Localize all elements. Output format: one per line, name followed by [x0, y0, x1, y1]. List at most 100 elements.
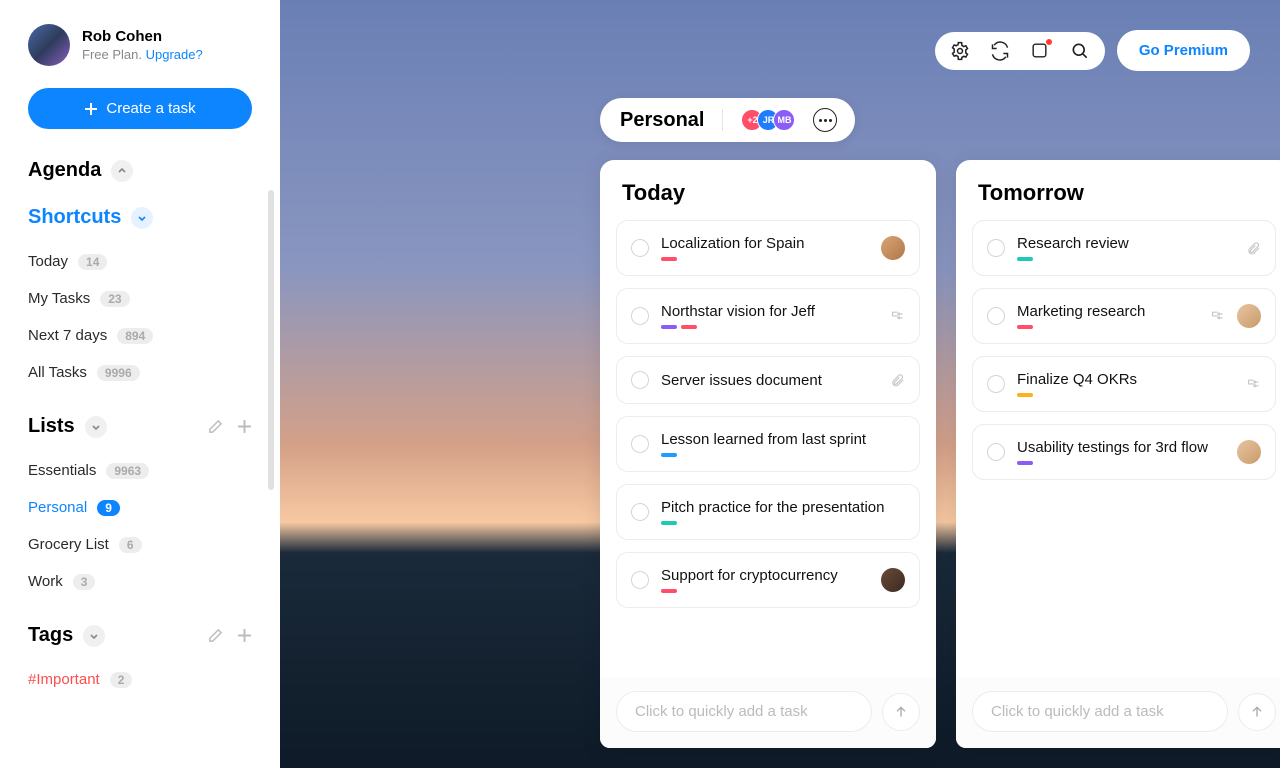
task-card[interactable]: Support for cryptocurrency: [616, 552, 920, 608]
task-checkbox[interactable]: [631, 435, 649, 453]
task-title: Localization for Spain: [661, 235, 869, 252]
task-tags: [661, 453, 905, 457]
task-title: Northstar vision for Jeff: [661, 303, 878, 320]
task-tags: [661, 257, 869, 261]
task-card[interactable]: Research review: [972, 220, 1276, 276]
task-card[interactable]: Lesson learned from last sprint: [616, 416, 920, 472]
edit-tags-icon[interactable]: [208, 628, 223, 643]
task-card[interactable]: Marketing research: [972, 288, 1276, 344]
chevron-up-icon[interactable]: [111, 160, 133, 182]
settings-icon[interactable]: [949, 40, 971, 62]
task-checkbox[interactable]: [631, 307, 649, 325]
scrollbar[interactable]: [268, 190, 274, 490]
assignee-avatar[interactable]: [1237, 440, 1261, 464]
search-icon[interactable]: [1069, 40, 1091, 62]
task-title: Support for cryptocurrency: [661, 567, 869, 584]
submit-button[interactable]: [882, 693, 920, 731]
task-card[interactable]: Pitch practice for the presentation: [616, 484, 920, 540]
list-item[interactable]: Personal9: [28, 489, 252, 526]
list-item[interactable]: Grocery List6: [28, 526, 252, 563]
task-checkbox[interactable]: [987, 307, 1005, 325]
task-card[interactable]: Usability testings for 3rd flow: [972, 424, 1276, 480]
assignee-avatar[interactable]: [881, 568, 905, 592]
count-badge: 23: [100, 291, 129, 307]
plan-line: Free Plan. Upgrade?: [82, 47, 203, 62]
tag-pill: [1017, 325, 1033, 329]
assignee-avatar[interactable]: [1237, 304, 1261, 328]
task-checkbox[interactable]: [987, 239, 1005, 257]
edit-lists-icon[interactable]: [208, 419, 223, 434]
list-item[interactable]: Work 3: [28, 563, 252, 600]
shortcut-label: Today: [28, 253, 68, 270]
chevron-down-icon[interactable]: [83, 625, 105, 647]
task-card[interactable]: Northstar vision for Jeff: [616, 288, 920, 344]
list-label: Grocery List: [28, 536, 109, 553]
user-avatar[interactable]: [28, 24, 70, 66]
list-label: Work: [28, 573, 63, 590]
shortcut-item[interactable]: Next 7 days894: [28, 317, 252, 354]
sync-icon[interactable]: [989, 40, 1011, 62]
shortcut-label: My Tasks: [28, 290, 90, 307]
task-card[interactable]: Finalize Q4 OKRs: [972, 356, 1276, 412]
board-column: TodayLocalization for SpainNorthstar vis…: [600, 160, 936, 748]
lists-header[interactable]: Lists: [28, 415, 252, 438]
submit-button[interactable]: [1238, 693, 1276, 731]
chevron-down-icon[interactable]: [131, 207, 153, 229]
shortcut-item[interactable]: My Tasks 23: [28, 280, 252, 317]
sidebar: Rob Cohen Free Plan. Upgrade? Create a t…: [0, 0, 280, 768]
task-card[interactable]: Localization for Spain: [616, 220, 920, 276]
board-collaborators[interactable]: +2JRMB: [741, 109, 795, 131]
column-footer: Click to quickly add a task: [956, 677, 1280, 748]
tag-pill: [661, 257, 677, 261]
shortcuts-label: Shortcuts: [28, 206, 121, 229]
subtask-icon: [890, 309, 905, 324]
tag-pill: [1017, 393, 1033, 397]
task-checkbox[interactable]: [631, 239, 649, 257]
tag-item[interactable]: #Important2: [28, 661, 252, 698]
count-badge: 9963: [106, 463, 149, 479]
task-checkbox[interactable]: [631, 503, 649, 521]
task-checkbox[interactable]: [987, 443, 1005, 461]
create-task-label: Create a task: [106, 100, 195, 117]
lists-label: Lists: [28, 415, 75, 438]
go-premium-button[interactable]: Go Premium: [1117, 30, 1250, 71]
notifications-icon[interactable]: [1029, 40, 1051, 62]
shortcut-item[interactable]: All Tasks9996: [28, 354, 252, 391]
subtask-icon: [1210, 309, 1225, 324]
list-item[interactable]: Essentials9963: [28, 452, 252, 489]
shortcut-item[interactable]: Today14: [28, 243, 252, 280]
task-tags: [661, 325, 878, 329]
tag-pill: [661, 453, 677, 457]
tag-pill: [1017, 461, 1033, 465]
upgrade-link[interactable]: Upgrade?: [146, 47, 203, 62]
create-task-button[interactable]: Create a task: [28, 88, 252, 129]
task-title: Server issues document: [661, 372, 878, 389]
board-title: Personal: [620, 109, 704, 132]
chevron-down-icon[interactable]: [85, 416, 107, 438]
shortcuts-header[interactable]: Shortcuts: [28, 206, 252, 229]
task-checkbox[interactable]: [631, 571, 649, 589]
list-label: Personal: [28, 499, 87, 516]
task-checkbox[interactable]: [987, 375, 1005, 393]
tags-header[interactable]: Tags: [28, 624, 252, 647]
top-toolbar: Go Premium: [935, 30, 1250, 71]
plus-icon: [84, 102, 98, 116]
task-tags: [1017, 393, 1234, 397]
task-checkbox[interactable]: [631, 371, 649, 389]
collaborator-badge: MB: [773, 109, 795, 131]
board-more-button[interactable]: [813, 108, 837, 132]
subtask-icon: [1246, 377, 1261, 392]
task-title: Finalize Q4 OKRs: [1017, 371, 1234, 388]
agenda-label: Agenda: [28, 159, 101, 182]
count-badge: 3: [73, 574, 96, 590]
quick-add-input[interactable]: Click to quickly add a task: [972, 691, 1228, 732]
assignee-avatar[interactable]: [881, 236, 905, 260]
agenda-header[interactable]: Agenda: [28, 159, 252, 182]
task-card[interactable]: Server issues document: [616, 356, 920, 404]
board-column: TomorrowResearch reviewMarketing researc…: [956, 160, 1280, 748]
add-tag-icon[interactable]: [237, 628, 252, 643]
count-badge: 894: [117, 328, 153, 344]
add-list-icon[interactable]: [237, 419, 252, 434]
quick-add-input[interactable]: Click to quickly add a task: [616, 691, 872, 732]
task-tags: [661, 589, 869, 593]
